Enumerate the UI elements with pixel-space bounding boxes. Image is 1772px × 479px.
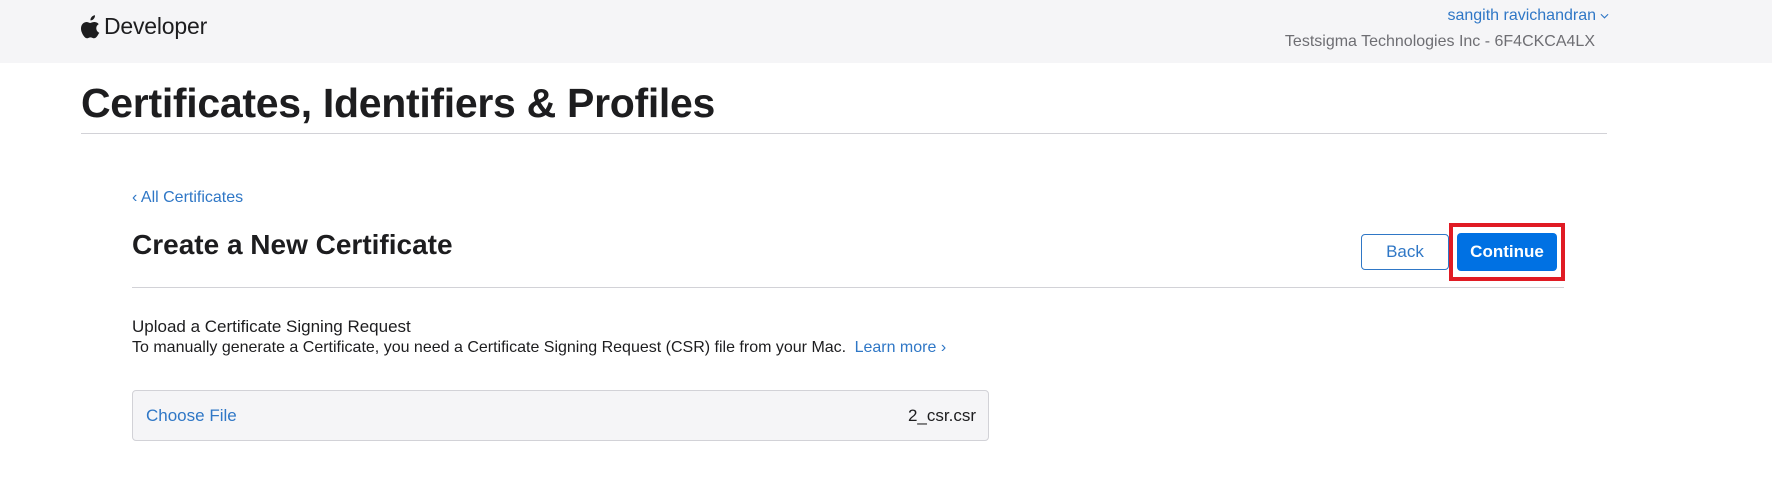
all-certificates-link[interactable]: ‹ All Certificates [132, 189, 243, 207]
team-name: Testsigma Technologies Inc - 6F4CKCA4LX [1284, 33, 1595, 50]
account-menu: sangith ravichandran Testsigma Technolog… [1285, 7, 1609, 50]
account-menu-button[interactable]: sangith ravichandran [1447, 7, 1609, 25]
apple-logo-icon [81, 14, 100, 38]
learn-more-link[interactable]: Learn more › [855, 339, 947, 356]
title-divider [81, 133, 1607, 134]
upload-description: To manually generate a Certificate, you … [132, 339, 847, 356]
back-button[interactable]: Back [1361, 234, 1449, 270]
choose-file-button[interactable]: Choose File [146, 406, 237, 426]
global-header: Developer sangith ravichandran Testsigma… [0, 0, 1772, 63]
upload-heading: Upload a Certificate Signing Request [132, 317, 411, 336]
continue-button[interactable]: Continue [1457, 233, 1557, 271]
brand-name: Developer [104, 13, 208, 39]
section-title: Create a New Certificate [132, 229, 453, 260]
chevron-down-icon [1600, 13, 1609, 19]
user-name: sangith ravichandran [1447, 7, 1596, 24]
upload-description-line: To manually generate a Certificate, you … [132, 339, 946, 357]
file-upload-field[interactable]: Choose File 2_csr.csr [132, 390, 989, 441]
selected-file-name: 2_csr.csr [907, 406, 976, 425]
page-title: Certificates, Identifiers & Profiles [81, 80, 716, 126]
section-divider [132, 287, 1564, 288]
developer-home-link[interactable]: Developer [81, 13, 207, 40]
